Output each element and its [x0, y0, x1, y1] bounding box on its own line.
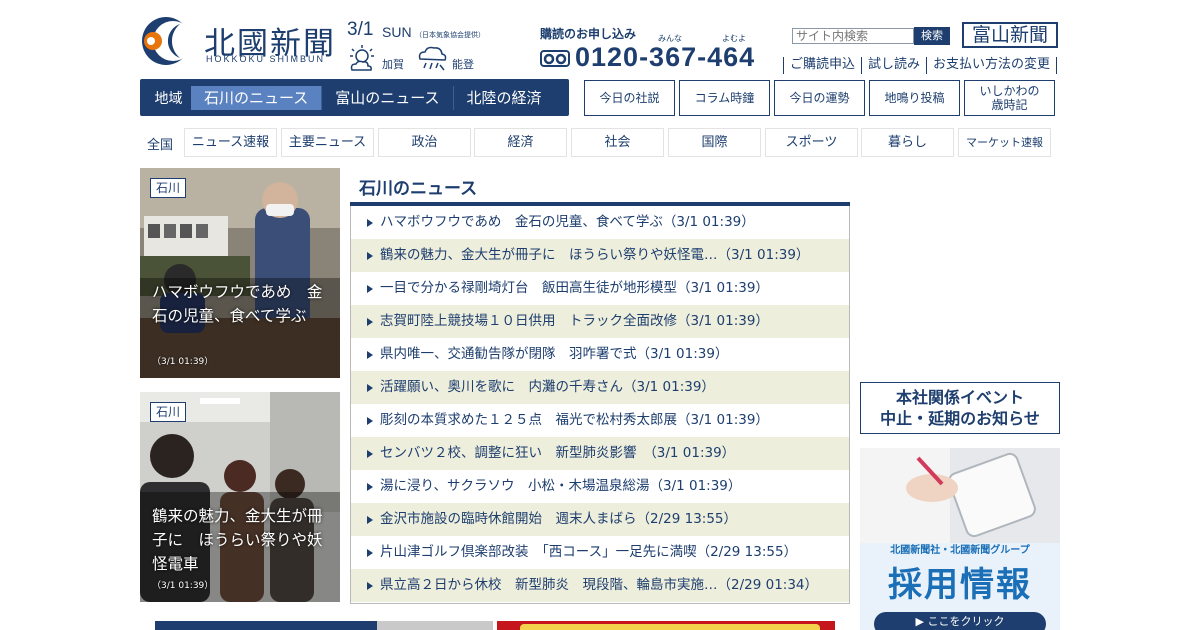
news-item[interactable]: センバツ２校、調整に狂い 新型肺炎影響 （3/1 01:39） [351, 437, 849, 470]
util-link-subscribe[interactable]: ご購読申込 [783, 57, 861, 74]
util-links: ご購読申込 試し読み お支払い方法の変更 [783, 57, 1058, 74]
news-item[interactable]: 金沢市施設の臨時休館開始 週末人まばら（2/29 13:55） [351, 503, 849, 536]
category-nav-lead: 全国 [147, 138, 174, 153]
freedial-icon [540, 50, 570, 67]
category-main[interactable]: 主要ニュース [281, 128, 374, 157]
seasonal-calendar-button[interactable]: いしかわの 歳時記 [964, 80, 1055, 116]
news-list: ハマボウフウであめ 金石の児童、食べて学ぶ（3/1 01:39） 鶴来の魅力、金… [350, 206, 850, 604]
event-banner-line2: 中止・延期のお知らせ [880, 409, 1040, 428]
region-tag: 石川 [150, 402, 187, 422]
news-item[interactable]: 鶴来の魅力、金大生が冊子に ほうらい祭りや妖怪電…（3/1 01:39） [351, 239, 849, 272]
arrow-icon [367, 317, 373, 326]
category-politics[interactable]: 政治 [378, 128, 471, 157]
recruit-group-text: 北國新聞社・北國新聞グループ [890, 545, 1030, 556]
category-sports[interactable]: スポーツ [765, 128, 858, 157]
region-nav: 地域 石川のニュース 富山のニュース 北陸の経済 [140, 79, 569, 116]
category-society[interactable]: 社会 [571, 128, 664, 157]
news-item[interactable]: 片山津ゴルフ倶楽部改装 「西コース」一足先に満喫（2/29 13:55） [351, 536, 849, 569]
util-link-payment[interactable]: お支払い方法の変更 [926, 57, 1058, 74]
editorial-button[interactable]: 今日の社説 [584, 80, 675, 116]
category-breaking[interactable]: ニュース速報 [184, 128, 277, 157]
news-item[interactable]: 県立高２日から休校 新型肺炎 現段階、輪島市実施…（2/29 01:34） [351, 569, 849, 602]
news-item[interactable]: 彫刻の本質求めた１２５点 福光で松村秀太郎展（3/1 01:39） [351, 404, 849, 437]
photo-timestamp: （3/1 01:39） [152, 357, 214, 367]
subscribe-title: 購読のお申し込み [540, 27, 637, 41]
arrow-icon [367, 482, 373, 491]
weather-area-noto: 能登 [452, 58, 474, 71]
arrow-icon [367, 383, 373, 392]
bottom-banner-right-image [520, 624, 820, 630]
photo-caption[interactable]: ハマボウフウであめ 金石の児童、食べて学ぶ [152, 280, 332, 328]
news-item[interactable]: 湯に浸り、サクラソウ 小松・木場温泉総湯（3/1 01:39） [351, 470, 849, 503]
arrow-icon [367, 515, 373, 524]
phone-number[interactable]: 0120-367-464 [575, 42, 755, 73]
recruit-title: 採用情報 [888, 565, 1032, 605]
util-link-trial[interactable]: 試し読み [861, 57, 926, 74]
arrow-icon [367, 581, 373, 590]
news-section-title: 石川のニュース [359, 179, 478, 199]
news-item[interactable]: 一目で分かる禄剛埼灯台 飯田高生徒が地形模型（3/1 01:39） [351, 272, 849, 305]
category-market[interactable]: マーケット速報 [958, 128, 1051, 157]
recruit-banner[interactable]: 北國新聞社・北國新聞グループ 採用情報 ▶ ここをクリック [860, 448, 1060, 630]
tab-toyama-news[interactable]: 富山のニュース [321, 85, 452, 110]
region-nav-lead: 地域 [154, 90, 183, 107]
news-item[interactable]: 志賀町陸上競技場１０日供用 トラック全面改修（3/1 01:39） [351, 305, 849, 338]
category-lifestyle[interactable]: 暮らし [861, 128, 954, 157]
photo-caption[interactable]: 鶴来の魅力、金大生が冊子に ほうらい祭りや妖怪電車 [152, 504, 332, 576]
arrow-icon [367, 548, 373, 557]
column-jisho-button[interactable]: コラム時鐘 [679, 80, 770, 116]
photo-card[interactable]: 石川 ハマボウフウであめ 金石の児童、食べて学ぶ （3/1 01:39） [140, 168, 340, 378]
recruit-click-button[interactable]: ▶ ここをクリック [874, 612, 1046, 630]
news-photo [140, 168, 340, 378]
tab-hokuriku-economy[interactable]: 北陸の経済 [452, 85, 555, 110]
day-of-week: SUN [382, 24, 412, 40]
tab-ishikawa-news[interactable]: 石川のニュース [191, 85, 322, 110]
smartphone-photo [860, 448, 1060, 543]
category-economy[interactable]: 経済 [474, 128, 567, 157]
weather-source[interactable]: （日本気象協会提供） [415, 30, 485, 40]
news-item[interactable]: ハマボウフウであめ 金石の児童、食べて学ぶ（3/1 01:39） [351, 206, 849, 239]
news-item[interactable]: 活躍願い、奥川を歌に 内灘の千寿さん（3/1 01:39） [351, 371, 849, 404]
weather-area-kaga: 加賀 [382, 58, 404, 71]
sun-cloud-icon [350, 45, 374, 71]
arrow-icon [367, 284, 373, 293]
reader-post-button[interactable]: 地鳴り投稿 [869, 80, 960, 116]
search-input[interactable] [792, 28, 914, 44]
region-tag: 石川 [150, 178, 187, 198]
arrow-icon [367, 350, 373, 359]
event-banner-line1: 本社関係イベント [895, 388, 1024, 407]
logo-subtext: HOKKOKU SHIMBUN [206, 54, 326, 64]
news-item[interactable]: 県内唯一、交通勧告隊が閉隊 羽咋署で式（3/1 01:39） [351, 338, 849, 371]
toyama-shimbun-link[interactable]: 富山新聞 [962, 22, 1058, 48]
bottom-banner-left-image [377, 621, 493, 630]
logo-mark-icon [142, 17, 193, 65]
event-notice-banner[interactable]: 本社関係イベント 中止・延期のお知らせ [860, 382, 1060, 434]
category-international[interactable]: 国際 [668, 128, 761, 157]
arrow-icon [367, 251, 373, 260]
rain-cloud-icon [418, 46, 447, 71]
site-logo[interactable]: 北國新聞 HOKKOKU SHIMBUN [140, 16, 340, 68]
arrow-icon [367, 416, 373, 425]
search-button[interactable]: 検索 [914, 27, 950, 45]
fortune-button[interactable]: 今日の運勢 [774, 80, 865, 116]
arrow-icon [367, 449, 373, 458]
photo-timestamp: （3/1 01:39） [152, 581, 214, 591]
date: 3/1 [347, 19, 374, 40]
arrow-icon [367, 218, 373, 227]
photo-card[interactable]: 石川 鶴来の魅力、金大生が冊子に ほうらい祭りや妖怪電車 （3/1 01:39） [140, 392, 340, 602]
